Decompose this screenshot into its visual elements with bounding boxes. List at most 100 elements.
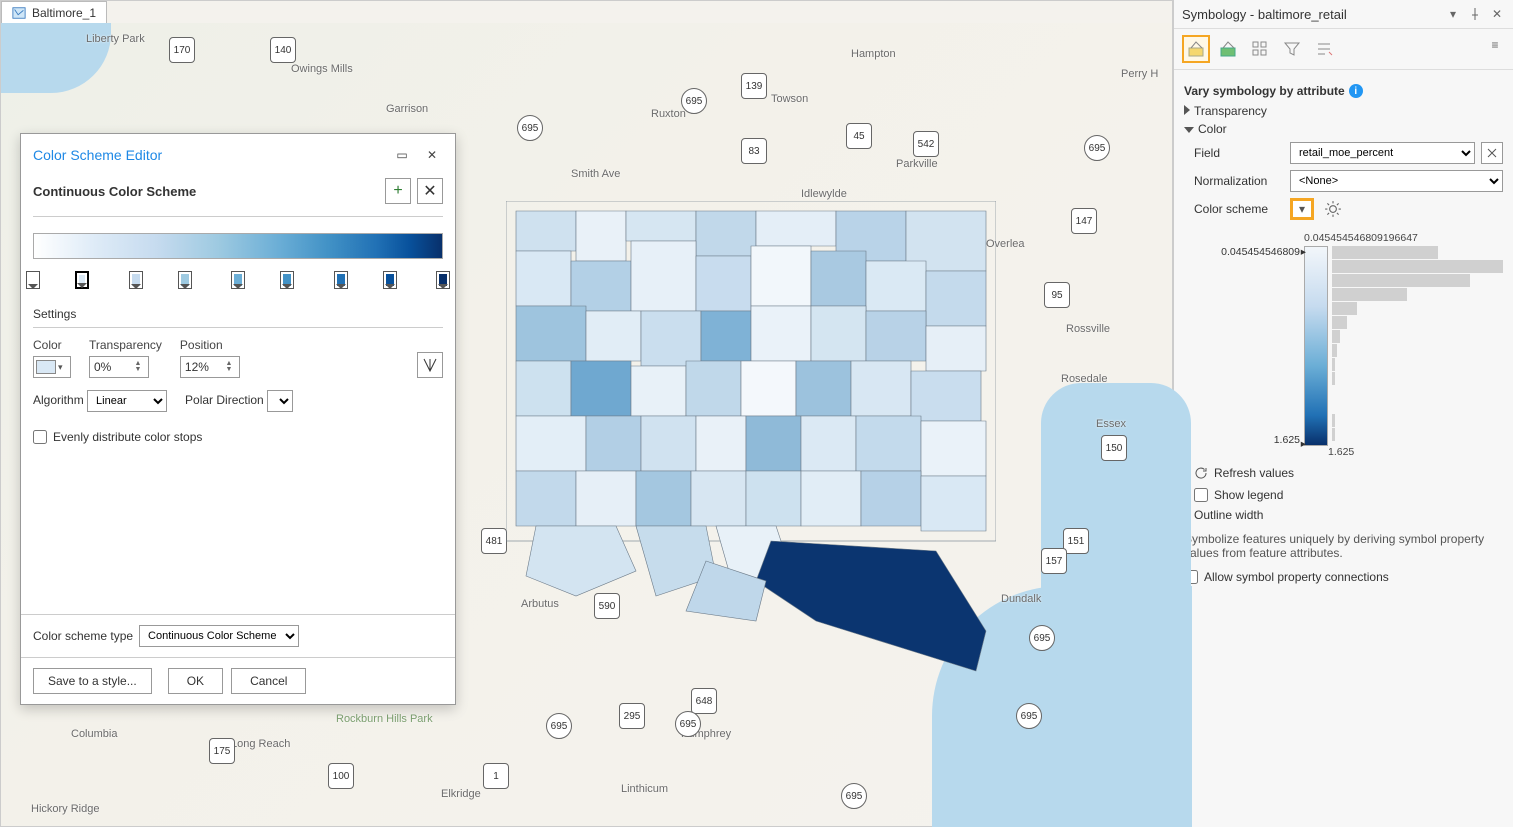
gear-icon[interactable] xyxy=(1324,200,1342,218)
maximize-button[interactable]: ▭ xyxy=(391,144,413,166)
pin-icon[interactable] xyxy=(1467,6,1483,22)
remove-stop-button[interactable]: ✕ xyxy=(417,178,443,204)
color-stop[interactable] xyxy=(26,271,40,289)
road-shield: 175 xyxy=(209,738,235,764)
histogram-bar xyxy=(1332,414,1335,427)
advanced-tab[interactable] xyxy=(1310,35,1338,63)
place-label: Dundalk xyxy=(1001,593,1041,605)
place-label: Rossville xyxy=(1066,323,1110,335)
histogram-bar xyxy=(1332,246,1438,259)
position-input[interactable]: 12%▲▼ xyxy=(180,356,240,378)
polar-label: Polar Direction xyxy=(185,393,264,407)
histogram-bar xyxy=(1332,302,1357,315)
road-shield: 695 xyxy=(1016,703,1042,729)
road-shield: 139 xyxy=(741,73,767,99)
histo-bottom-left: 1.625 xyxy=(1274,434,1300,446)
show-legend-checkbox[interactable]: Show legend xyxy=(1194,488,1503,502)
close-button[interactable]: ✕ xyxy=(421,144,443,166)
histogram-bar xyxy=(1332,372,1335,385)
allow-connections-checkbox[interactable]: Allow symbol property connections xyxy=(1184,570,1503,584)
map-tab[interactable]: Baltimore_1 xyxy=(1,1,107,25)
place-label: Ruxton xyxy=(651,108,686,120)
histo-top-right: 0.045454546809196647 xyxy=(1304,232,1418,244)
symbol-layer-tab[interactable] xyxy=(1246,35,1274,63)
histogram-bar xyxy=(1332,428,1335,441)
panel-title: Symbology - baltimore_retail xyxy=(1182,7,1439,22)
color-stop[interactable] xyxy=(129,271,143,289)
transparency-section[interactable]: Transparency xyxy=(1184,104,1503,118)
filter-tab[interactable] xyxy=(1278,35,1306,63)
algorithm-label: Algorithm xyxy=(33,393,84,407)
color-label: Color xyxy=(33,338,71,352)
histogram-bar xyxy=(1332,288,1407,301)
flip-ramp-button[interactable] xyxy=(417,352,443,378)
place-label: Smith Ave xyxy=(571,168,620,180)
histogram: 0.045454546809196647 ▸ 0.045454546809 ▸ … xyxy=(1194,230,1503,458)
scheme-type-select[interactable]: Continuous Color Scheme xyxy=(139,625,299,647)
color-stop[interactable] xyxy=(231,271,245,289)
histo-bottom-right: 1.625 xyxy=(1328,446,1354,458)
road-shield: 695 xyxy=(841,783,867,809)
color-picker-button[interactable]: ▾ xyxy=(33,356,71,378)
cancel-button[interactable]: Cancel xyxy=(231,668,306,694)
color-scheme-editor-dialog[interactable]: Color Scheme Editor ▭ ✕ Continuous Color… xyxy=(20,133,456,705)
info-icon[interactable]: i xyxy=(1349,84,1363,98)
color-stop[interactable] xyxy=(383,271,397,289)
algorithm-select[interactable]: Linear xyxy=(87,390,167,412)
color-stop[interactable] xyxy=(436,271,450,289)
evenly-distribute-checkbox[interactable]: Evenly distribute color stops xyxy=(33,430,443,444)
place-label: Towson xyxy=(771,93,808,105)
histogram-ramp[interactable] xyxy=(1304,246,1328,446)
dialog-title: Color Scheme Editor xyxy=(33,147,383,163)
color-stop[interactable] xyxy=(334,271,348,289)
road-shield: 542 xyxy=(913,131,939,157)
refresh-values-button[interactable]: Refresh values xyxy=(1194,466,1503,480)
color-scheme-dropdown[interactable]: ▾ xyxy=(1290,198,1314,220)
save-to-style-button[interactable]: Save to a style... xyxy=(33,668,152,694)
map-view[interactable]: Baltimore_1 Liberty Park Owings Mills Ga… xyxy=(0,0,1173,827)
road-shield: 95 xyxy=(1044,282,1070,308)
outline-width-section[interactable]: Outline width xyxy=(1184,508,1503,522)
place-label: Owings Mills xyxy=(291,63,353,75)
transparency-label: Transparency xyxy=(89,338,162,352)
road-shield: 140 xyxy=(270,37,296,63)
color-stop[interactable] xyxy=(75,271,89,289)
normalization-select[interactable]: <None> xyxy=(1290,170,1503,192)
histogram-bar xyxy=(1332,260,1503,273)
panel-menu-button[interactable]: ≡ xyxy=(1485,35,1505,55)
help-text: Symbolize features uniquely by deriving … xyxy=(1184,532,1503,560)
panel-dropdown-button[interactable]: ▾ xyxy=(1445,6,1461,22)
histogram-bar xyxy=(1332,316,1347,329)
field-select[interactable]: retail_moe_percent xyxy=(1290,142,1475,164)
polar-select[interactable] xyxy=(267,390,293,412)
place-label: Rockburn Hills Park xyxy=(336,713,433,725)
color-stop[interactable] xyxy=(280,271,294,289)
place-label: Idlewylde xyxy=(801,188,847,200)
transparency-input[interactable]: 0%▲▼ xyxy=(89,356,149,378)
road-shield: 170 xyxy=(169,37,195,63)
close-panel-button[interactable]: ✕ xyxy=(1489,6,1505,22)
scheme-type-label: Color scheme type xyxy=(33,629,133,643)
road-shield: 1 xyxy=(483,763,509,789)
color-stop[interactable] xyxy=(178,271,192,289)
choropleth-layer xyxy=(506,201,996,681)
road-shield: 695 xyxy=(675,711,701,737)
place-label: Essex xyxy=(1096,418,1126,430)
ramp-stops-track[interactable] xyxy=(33,271,443,293)
position-label: Position xyxy=(180,338,240,352)
flip-icon xyxy=(422,357,438,373)
color-section[interactable]: Color xyxy=(1184,122,1503,136)
road-shield: 100 xyxy=(328,763,354,789)
histogram-bars xyxy=(1328,246,1503,446)
add-stop-button[interactable]: + xyxy=(385,178,411,204)
ok-button[interactable]: OK xyxy=(168,668,223,694)
vary-by-attribute-tab[interactable] xyxy=(1214,35,1242,63)
place-label: Perry H xyxy=(1121,68,1158,80)
place-label: Hickory Ridge xyxy=(31,803,99,815)
primary-symbology-tab[interactable] xyxy=(1182,35,1210,63)
map-tab-label: Baltimore_1 xyxy=(32,6,96,20)
place-label: Liberty Park xyxy=(86,33,145,45)
road-shield: 695 xyxy=(1084,135,1110,161)
histogram-bar xyxy=(1332,274,1470,287)
expression-button[interactable] xyxy=(1481,142,1503,164)
